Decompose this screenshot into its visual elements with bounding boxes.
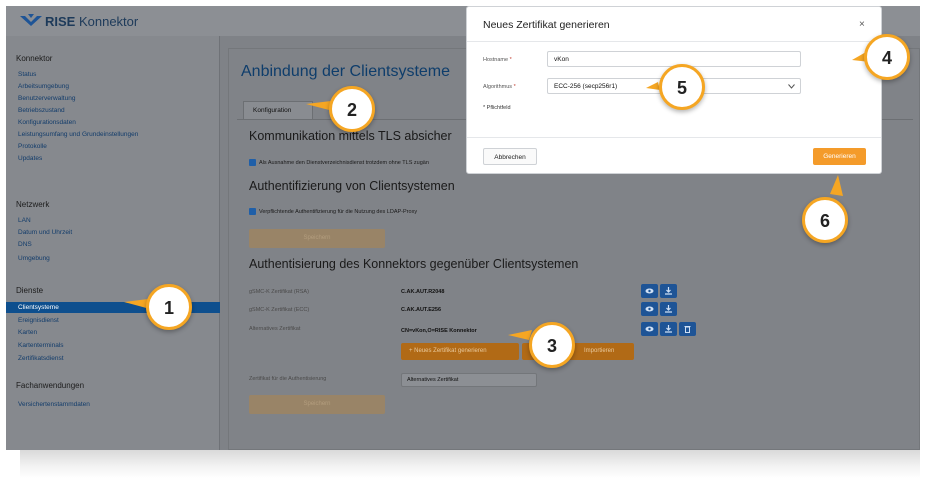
callout-2: 2 xyxy=(329,86,375,132)
callout-5-pointer xyxy=(646,82,660,90)
callout-number: 3 xyxy=(546,336,557,356)
callout-1: 1 xyxy=(146,284,192,330)
callout-number: 5 xyxy=(676,78,687,98)
callout-number: 1 xyxy=(163,298,174,318)
callout-4: 4 xyxy=(864,34,910,80)
callout-pointers xyxy=(124,52,870,340)
callout-number: 6 xyxy=(819,211,830,231)
callout-6: 6 xyxy=(802,197,848,243)
callout-3: 3 xyxy=(529,322,575,368)
screenshot-frame: RISE Konnektor Konnektor Status Arbeitsu… xyxy=(0,0,925,488)
callout-3-pointer xyxy=(508,330,532,340)
callout-6-pointer xyxy=(830,175,843,196)
callout-number: 2 xyxy=(346,100,357,120)
callout-5: 5 xyxy=(659,64,705,110)
callout-number: 4 xyxy=(881,48,892,68)
